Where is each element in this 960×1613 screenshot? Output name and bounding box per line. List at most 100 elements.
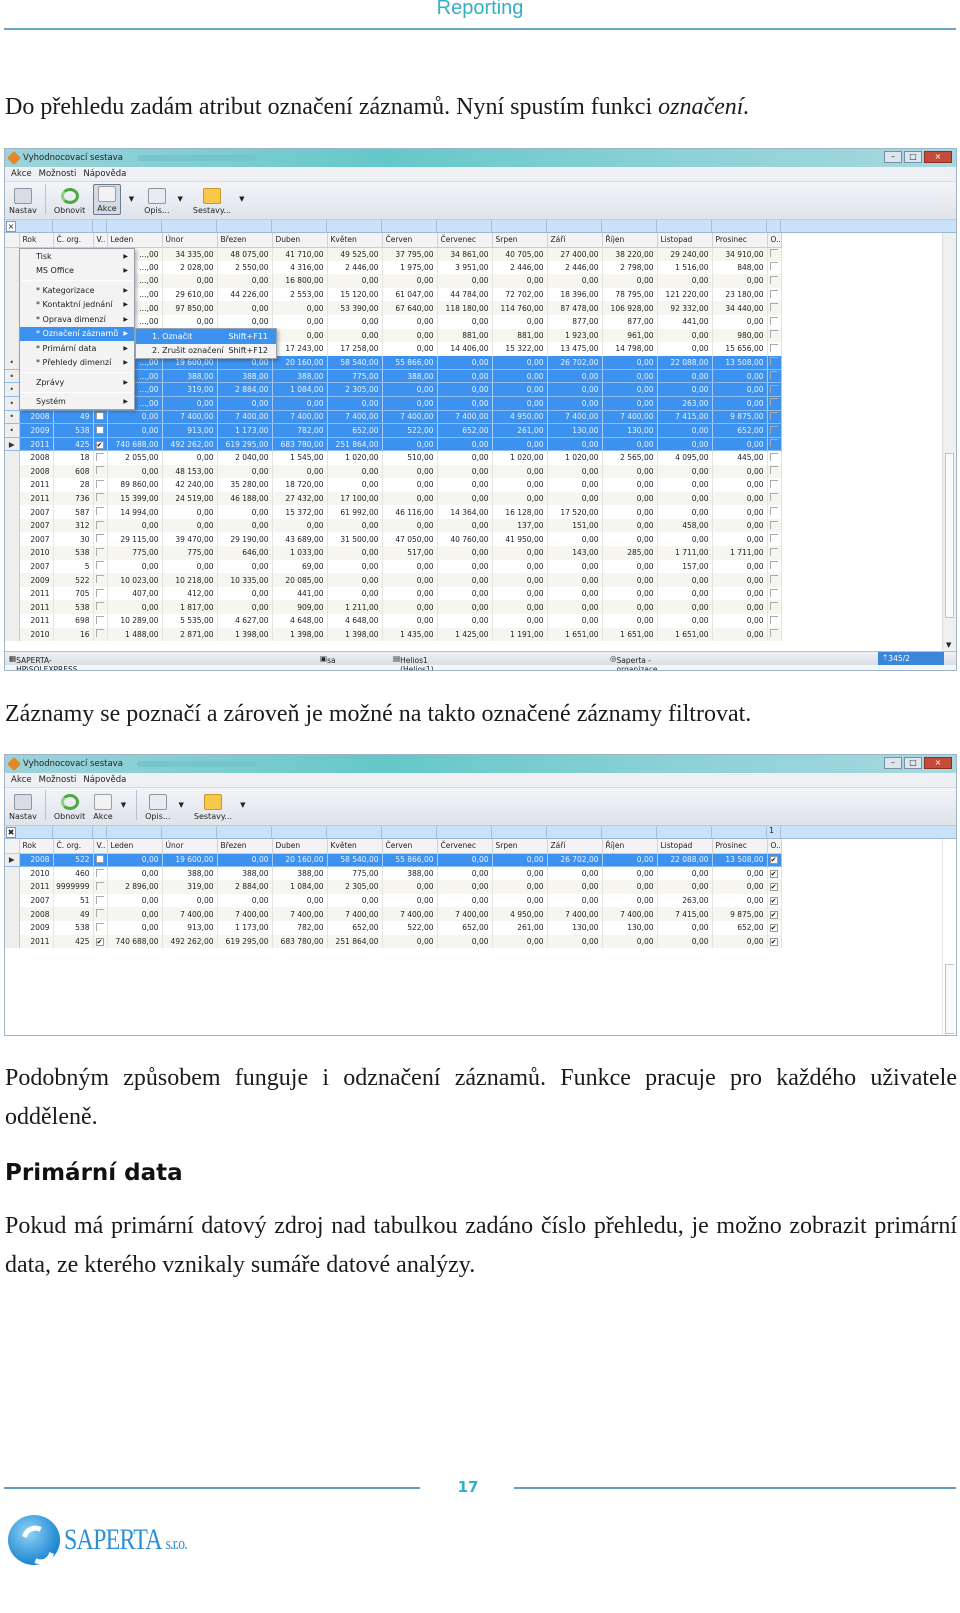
mark-checkbox[interactable] — [95, 520, 104, 529]
filter-cell[interactable] — [712, 826, 767, 838]
o-checkbox[interactable] — [769, 316, 778, 325]
filter-cell[interactable] — [602, 826, 657, 838]
table-row[interactable]: ▶ 2008 522 0,00 19 600,00 0,00 20 160,00 58 540… — [5, 853, 782, 868]
column-header[interactable]: Č. org. — [53, 233, 94, 248]
row-selector[interactable]: • — [5, 396, 20, 411]
sestavy-button[interactable]: Sestavy... — [194, 794, 232, 821]
clear-filter-icon[interactable]: × — [6, 221, 16, 232]
filter-cell[interactable] — [272, 220, 327, 232]
table-row[interactable]: 2011 9999999 2 896,00 319,00 2 884,00 1 084,0… — [5, 880, 782, 894]
row-selector[interactable] — [5, 301, 20, 315]
table-row[interactable]: • 2008 49 0,00 7 400,00 7 400,00 7 400,00 7 400… — [5, 410, 782, 425]
context-menu-item[interactable]: * Přehledy dimenzí ▶ — [20, 356, 134, 371]
table-row[interactable]: 2011 698 10 289,00 5 535,00 4 627,00 4 648,00… — [5, 614, 782, 628]
filter-cell[interactable] — [382, 826, 437, 838]
akce-dropdown-icon[interactable]: ▼ — [121, 801, 126, 809]
mark-checkbox[interactable] — [95, 561, 104, 570]
column-header[interactable]: Prosinec — [712, 839, 768, 854]
o-checkbox[interactable]: ✔ — [769, 856, 778, 865]
opis-dropdown-icon[interactable]: ▼ — [179, 801, 184, 809]
filter-cell[interactable] — [547, 826, 602, 838]
o-checkbox[interactable] — [769, 371, 778, 380]
table-row[interactable]: 2007 587 14 994,00 0,00 0,00 15 372,00 61 992,… — [5, 505, 782, 519]
column-header[interactable]: Prosinec — [712, 233, 768, 248]
o-checkbox[interactable] — [769, 262, 778, 271]
o-checkbox[interactable] — [769, 275, 778, 284]
mark-checkbox[interactable]: ✔ — [95, 937, 104, 946]
akce-button[interactable]: Akce — [93, 794, 113, 821]
column-header[interactable]: V.. — [93, 839, 108, 854]
filter-cell[interactable] — [382, 220, 437, 232]
o-checkbox[interactable] — [769, 588, 778, 597]
o-checkbox[interactable] — [769, 411, 778, 420]
close-button[interactable]: × — [924, 757, 952, 769]
column-header[interactable]: Únor — [162, 233, 218, 248]
o-checkbox[interactable]: ✔ — [769, 937, 778, 946]
filter-cell[interactable] — [712, 220, 767, 232]
mark-checkbox[interactable] — [95, 629, 104, 638]
o-checkbox[interactable] — [769, 384, 778, 393]
filter-cell[interactable] — [437, 826, 492, 838]
menu-moznosti[interactable]: Možnosti — [39, 169, 77, 179]
column-header[interactable]: O.. — [767, 233, 782, 248]
row-selector[interactable]: • — [5, 369, 20, 384]
filter-cell-marked[interactable]: 1 — [767, 826, 781, 838]
table-row[interactable]: 2007 30 29 115,00 39 470,00 29 190,00 43 689,… — [5, 532, 782, 547]
obnovit-button[interactable]: Obnovit — [54, 188, 85, 215]
o-checkbox[interactable] — [769, 343, 778, 352]
mark-checkbox[interactable] — [95, 854, 104, 863]
filter-cell[interactable] — [17, 220, 53, 232]
table-row[interactable]: 2011 705 407,00 412,00 0,00 441,00 0,00 0,00 0,0… — [5, 586, 782, 601]
column-header[interactable]: Květen — [327, 839, 383, 854]
nastav-button[interactable]: Nastav — [9, 188, 37, 215]
clear-filter-icon[interactable]: ✖ — [6, 827, 16, 838]
akce-button[interactable]: Akce — [93, 184, 121, 215]
context-menu-item[interactable]: * Označení záznamů ▶ — [20, 326, 134, 341]
column-header[interactable]: Září — [547, 233, 603, 248]
mark-checkbox[interactable] — [95, 479, 104, 488]
row-selector[interactable] — [5, 907, 20, 921]
minimize-button[interactable]: – — [884, 151, 902, 163]
row-selector[interactable] — [5, 505, 20, 519]
menu-moznosti[interactable]: Možnosti — [39, 775, 77, 785]
filter-cell[interactable] — [162, 826, 217, 838]
o-checkbox[interactable] — [769, 602, 778, 611]
mark-checkbox[interactable] — [95, 425, 104, 434]
row-selector[interactable]: • — [5, 423, 20, 438]
column-header[interactable]: Rok — [19, 839, 54, 854]
filter-cell[interactable] — [162, 220, 217, 232]
mark-checkbox[interactable] — [95, 507, 104, 516]
o-checkbox[interactable] — [769, 547, 778, 556]
context-menu-item[interactable]: * Kategorizace ▶ — [20, 283, 134, 298]
sestavy-button[interactable]: Sestavy... — [193, 188, 231, 215]
table-row[interactable]: 2008 49 0,00 7 400,00 7 400,00 7 400,00 7 400,… — [5, 907, 782, 921]
filter-cell[interactable] — [327, 220, 382, 232]
context-menu-item[interactable]: MS Office ▶ — [20, 264, 134, 279]
row-selector[interactable] — [5, 314, 20, 329]
filter-cell[interactable] — [437, 220, 492, 232]
table-row[interactable]: 2011 425 ✔ 740 688,00 492 262,00 619 295,00 68… — [5, 934, 782, 949]
scrollbar-thumb[interactable] — [945, 453, 954, 618]
mark-checkbox[interactable] — [95, 868, 104, 877]
row-selector[interactable] — [5, 893, 20, 908]
column-header[interactable]: Říjen — [602, 233, 658, 248]
menu-akce[interactable]: Akce — [11, 775, 32, 785]
context-menu-item[interactable]: * Primární data ▶ — [20, 341, 134, 356]
column-header[interactable]: Č. org. — [53, 839, 94, 854]
table-row[interactable]: 2011 736 15 399,00 24 519,00 46 188,00 27 432… — [5, 491, 782, 506]
row-selector[interactable] — [5, 342, 20, 356]
filter-cell[interactable] — [492, 826, 547, 838]
column-header[interactable]: V.. — [93, 233, 108, 248]
row-selector[interactable]: ▶ — [5, 437, 20, 452]
sestavy-dropdown-icon[interactable]: ▼ — [240, 801, 245, 809]
table-row[interactable]: 2011 28 89 860,00 42 240,00 35 280,00 18 720,… — [5, 478, 782, 492]
row-selector[interactable]: • — [5, 410, 20, 425]
column-header[interactable]: Leden — [107, 233, 163, 248]
o-checkbox[interactable] — [769, 357, 778, 366]
vertical-scrollbar[interactable] — [942, 839, 956, 1035]
obnovit-button[interactable]: Obnovit — [54, 794, 85, 821]
table-row[interactable]: 2008 608 0,00 48 153,00 0,00 0,00 0,00 0,00 0,00… — [5, 464, 782, 479]
o-checkbox[interactable] — [769, 466, 778, 475]
menu-akce[interactable]: Akce — [11, 169, 32, 179]
menu-item-oznacit[interactable]: 1. Označit Shift+F11 — [136, 329, 276, 344]
